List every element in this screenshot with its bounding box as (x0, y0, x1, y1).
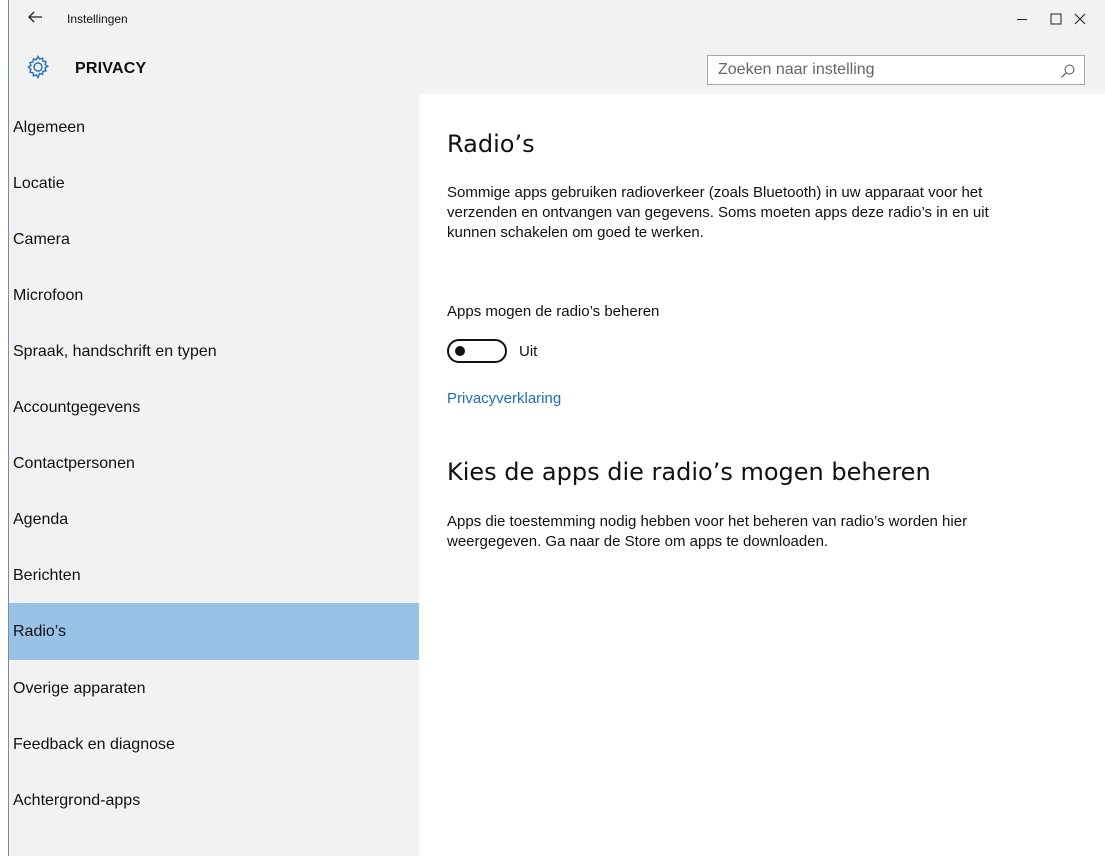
sidebar-item-camera[interactable]: Camera (9, 211, 419, 268)
apps-heading: Kies de apps die radio’s mogen beheren (447, 458, 931, 486)
search-icon[interactable] (1060, 63, 1076, 79)
settings-window: Instellingen PRIVACY Zoeken naar instell… (8, 0, 1105, 856)
toggle-state-text: Uit (519, 343, 538, 360)
radios-toggle[interactable] (447, 339, 507, 363)
sidebar-item-algemeen[interactable]: Algemeen (9, 99, 419, 156)
close-button[interactable] (1057, 0, 1103, 38)
section-heading: Radio’s (447, 130, 535, 158)
back-button[interactable] (27, 9, 49, 31)
sidebar-item-overige-apparaten[interactable]: Overige apparaten (9, 660, 419, 717)
search-input[interactable] (708, 56, 1048, 84)
back-arrow-icon (28, 11, 42, 23)
sidebar: Algemeen Locatie Camera Microfoon Spraak… (9, 94, 419, 856)
sidebar-item-contactpersonen[interactable]: Contactpersonen (9, 435, 419, 492)
sidebar-item-achtergrond-apps[interactable]: Achtergrond-apps (9, 772, 419, 829)
title-bar: Instellingen (9, 0, 1105, 40)
sidebar-item-accountgegevens[interactable]: Accountgegevens (9, 379, 419, 436)
toggle-label: Apps mogen de radio’s beheren (447, 303, 660, 320)
sidebar-item-radios[interactable]: Radio’s (9, 603, 419, 660)
gear-icon (27, 55, 50, 80)
sidebar-item-locatie[interactable]: Locatie (9, 155, 419, 212)
toggle-knob (455, 346, 465, 356)
sidebar-item-microfoon[interactable]: Microfoon (9, 267, 419, 324)
sidebar-item-agenda[interactable]: Agenda (9, 491, 419, 548)
apps-description: Apps die toestemming nodig hebben voor h… (447, 513, 968, 550)
sidebar-item-spraak[interactable]: Spraak, handschrift en typen (9, 323, 419, 380)
sidebar-item-berichten[interactable]: Berichten (9, 547, 419, 604)
window-title: Instellingen (67, 12, 128, 26)
privacy-statement-link[interactable]: Privacyverklaring (447, 390, 561, 407)
close-icon (1074, 13, 1086, 25)
sidebar-item-feedback-diagnose[interactable]: Feedback en diagnose (9, 716, 419, 773)
header-bar: PRIVACY (9, 40, 1105, 94)
search-box[interactable] (707, 55, 1085, 85)
section-description: Sommige apps gebruiken radioverkeer (zoa… (447, 184, 989, 241)
page-title: PRIVACY (75, 60, 147, 77)
minimize-icon (1017, 19, 1027, 20)
